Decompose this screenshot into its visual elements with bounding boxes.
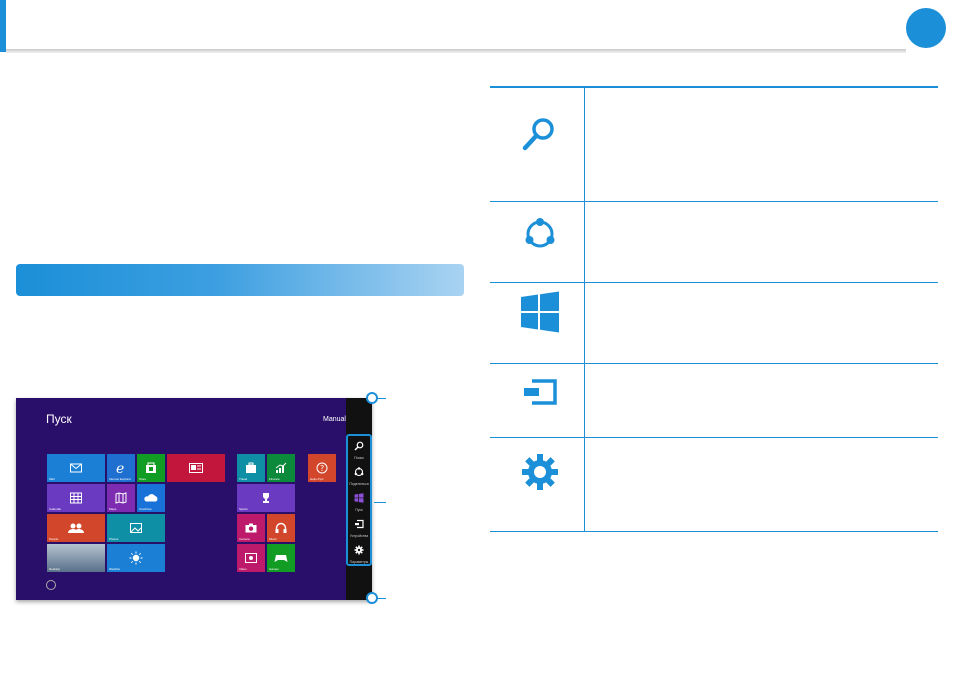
calendar-icon	[70, 492, 82, 504]
table-row-divider	[490, 363, 938, 364]
tile-travel[interactable]: Travel	[237, 454, 265, 482]
sun-icon	[129, 551, 143, 565]
chart-icon	[275, 462, 287, 473]
tile-camera[interactable]: Camera	[237, 514, 265, 542]
video-icon	[245, 553, 257, 563]
tile-news[interactable]	[167, 454, 225, 482]
tile-maps[interactable]: Maps	[107, 484, 135, 512]
start-title: Пуск	[46, 412, 72, 426]
header-rule	[6, 49, 906, 53]
news-icon	[189, 463, 203, 473]
callout-bottom-right-marker	[366, 592, 378, 604]
headphones-icon	[275, 522, 287, 533]
tile-help[interactable]: ? Help+Tips	[308, 454, 336, 482]
table-row-divider	[490, 282, 938, 283]
table-row-devices	[518, 370, 562, 414]
svg-text:e: e	[116, 461, 124, 475]
tile-photos[interactable]: Photos	[107, 514, 165, 542]
callout-line-middle	[374, 502, 386, 503]
tile-calendar[interactable]: Calendar	[47, 484, 105, 512]
callout-top-right-marker	[366, 392, 378, 404]
charm-highlight-frame	[346, 434, 372, 566]
tile-games[interactable]: Games	[267, 544, 295, 572]
mail-icon	[70, 463, 82, 473]
table-row-divider	[490, 201, 938, 202]
help-icon: ?	[316, 462, 328, 474]
tile-internet-explorer[interactable]: e Internet Explorer	[107, 454, 135, 482]
tile-weather[interactable]: Weather	[107, 544, 165, 572]
cloud-icon	[144, 494, 158, 502]
store-icon	[146, 462, 156, 473]
table-row-divider	[490, 437, 938, 438]
camera-icon	[245, 523, 257, 533]
tile-finance[interactable]: Finance	[267, 454, 295, 482]
table-bottom-rule	[490, 531, 938, 532]
photo-icon	[130, 523, 142, 533]
share-icon	[525, 218, 555, 248]
svg-text:?: ?	[320, 464, 324, 473]
trophy-icon	[263, 493, 269, 503]
settings-icon	[522, 454, 558, 490]
table-top-rule	[490, 86, 938, 88]
page-number-badge	[906, 8, 946, 48]
gamepad-icon	[274, 555, 288, 562]
tile-store[interactable]: Store	[137, 454, 165, 482]
all-apps-arrow-icon[interactable]	[46, 580, 56, 590]
callout-line-top	[378, 398, 386, 399]
table-row-search	[518, 112, 562, 156]
suitcase-icon	[246, 462, 256, 473]
start-screen-screenshot: Пуск Manual Mail e Internet Explorer Sto…	[16, 398, 372, 600]
tile-desktop[interactable]: Desktop	[47, 544, 105, 572]
devices-icon	[524, 379, 557, 405]
tile-people[interactable]: People	[47, 514, 105, 542]
tile-onedrive[interactable]: OneDrive	[137, 484, 165, 512]
header-accent-bar	[0, 0, 6, 52]
map-icon	[115, 492, 127, 504]
tile-mail[interactable]: Mail	[47, 454, 105, 482]
section-title-bar	[16, 264, 464, 296]
search-icon	[522, 118, 554, 151]
user-name: Manual	[323, 416, 346, 423]
tile-music[interactable]: Music	[267, 514, 295, 542]
table-row-settings	[518, 450, 562, 494]
tile-video[interactable]: Video	[237, 544, 265, 572]
table-row-share	[518, 212, 562, 256]
people-icon	[68, 523, 84, 533]
table-column-divider	[584, 86, 585, 531]
callout-line-bottom	[378, 598, 386, 599]
table-row-start	[518, 291, 562, 335]
windows-start-icon	[521, 291, 559, 333]
tile-sports[interactable]: Sports	[237, 484, 295, 512]
ie-icon: e	[116, 461, 124, 475]
